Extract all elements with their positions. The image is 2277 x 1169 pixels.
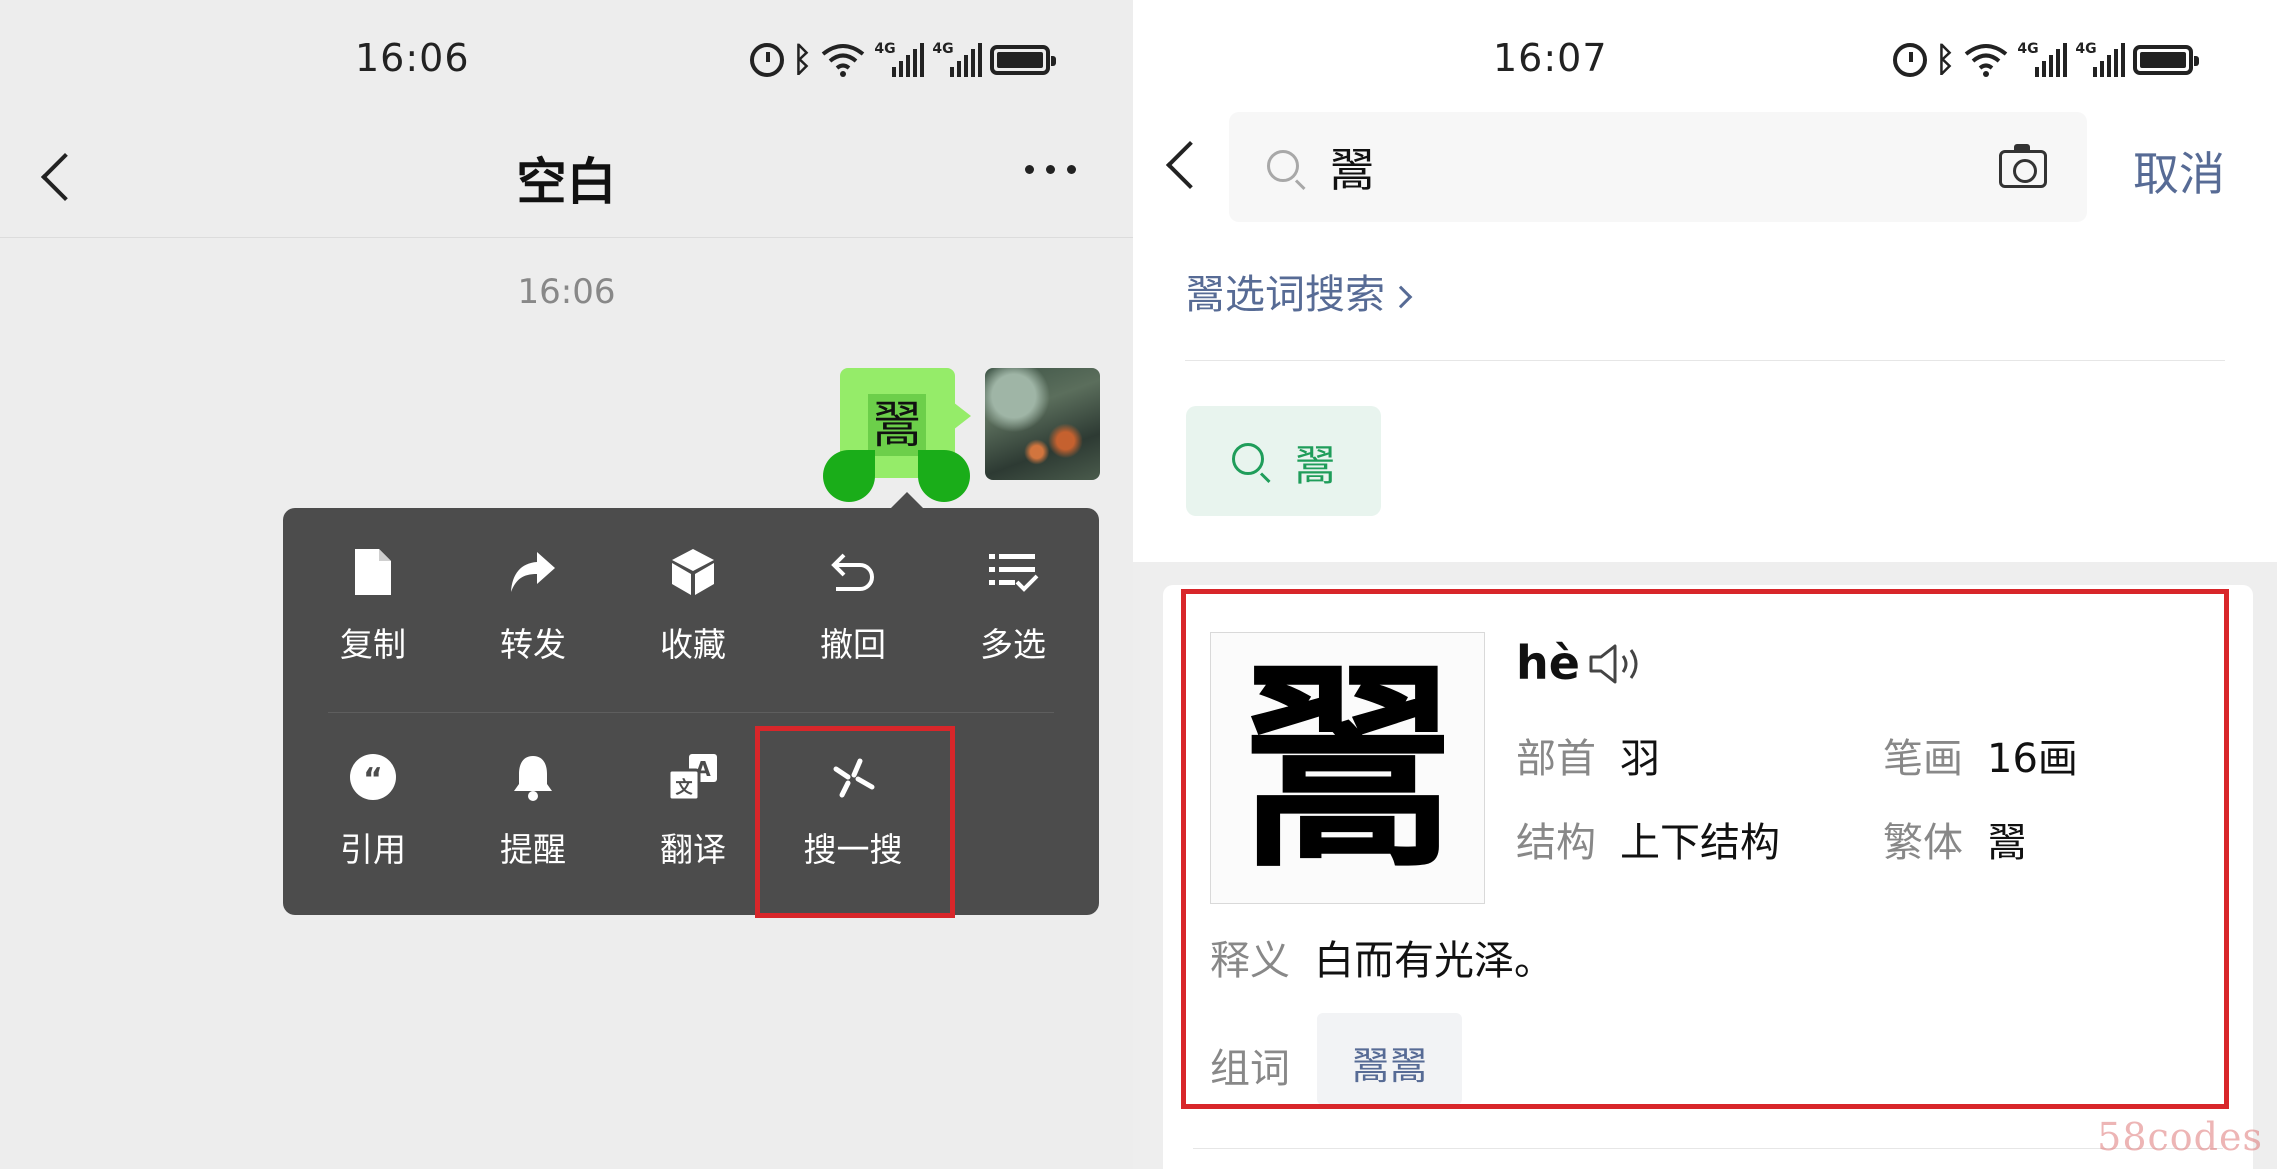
status-bar: 16:07 ᛒ 4G 4G xyxy=(1133,0,2277,120)
multi-select-icon xyxy=(987,546,1039,598)
menu-forward[interactable]: 转发 xyxy=(463,528,603,678)
status-time: 16:07 xyxy=(1493,36,1608,80)
chat-header: 空白 xyxy=(0,120,1133,238)
menu-quote[interactable]: “ 引用 xyxy=(303,733,443,883)
menu-label: 翻译 xyxy=(660,830,726,869)
context-menu: 复制 转发 收藏 撤回 多选 “ 引用 提醒 A 文 翻译 搜一搜 xyxy=(283,492,1099,915)
message-timestamp: 16:06 xyxy=(517,272,616,312)
menu-label: 复制 xyxy=(340,625,406,664)
search-icon xyxy=(1267,150,1299,182)
camera-icon[interactable] xyxy=(1999,144,2047,188)
cube-icon xyxy=(667,546,719,598)
wifi-icon xyxy=(1965,44,2008,77)
search-icon xyxy=(1232,443,1264,475)
highlight-box xyxy=(1181,589,2229,1109)
cellular-signal-icon-2: 4G xyxy=(932,41,983,77)
menu-divider xyxy=(328,712,1054,713)
cellular-signal-icon: 4G xyxy=(2017,41,2068,77)
menu-translate[interactable]: A文 翻译 xyxy=(623,733,763,883)
chat-title: 空白 xyxy=(516,153,617,211)
divider xyxy=(1185,360,2225,361)
translate-icon: A文 xyxy=(667,751,719,803)
menu-label: 撤回 xyxy=(820,625,886,664)
back-icon[interactable] xyxy=(1165,140,1215,190)
search-query[interactable]: 翯 xyxy=(1329,134,1375,200)
chevron-right-icon xyxy=(1389,285,1413,309)
menu-recall[interactable]: 撤回 xyxy=(783,528,923,678)
selection-handle-end[interactable] xyxy=(918,450,970,502)
wifi-icon xyxy=(822,44,865,77)
menu-copy[interactable]: 复制 xyxy=(303,528,443,678)
menu-remind[interactable]: 提醒 xyxy=(463,733,603,883)
word-search-link[interactable]: 翯选词搜索 xyxy=(1185,262,1413,320)
svg-text:文: 文 xyxy=(676,777,694,798)
menu-label: 提醒 xyxy=(500,830,566,869)
search-suggestion-chip[interactable]: 翯 xyxy=(1186,406,1381,516)
divider xyxy=(1193,1148,2223,1149)
chip-label: 翯 xyxy=(1294,441,1337,490)
alarm-icon xyxy=(1893,43,1927,77)
battery-icon xyxy=(2133,45,2200,75)
selection-handle-start[interactable] xyxy=(823,450,875,502)
menu-multiselect[interactable]: 多选 xyxy=(943,528,1083,678)
bluetooth-icon: ᛒ xyxy=(792,40,813,80)
document-icon xyxy=(347,546,399,598)
network-type-label-2: 4G xyxy=(2075,41,2097,57)
menu-label: 转发 xyxy=(500,625,566,664)
watermark: 58codes xyxy=(2097,1115,2263,1159)
cellular-signal-icon: 4G xyxy=(874,41,925,77)
share-arrow-icon xyxy=(507,546,559,598)
menu-label: 收藏 xyxy=(660,625,726,664)
bell-icon xyxy=(507,751,559,803)
cancel-button[interactable]: 取消 xyxy=(2133,138,2225,204)
chat-screen: 16:06 ᛒ 4G 4G 空白 16:06 翯 复制 转发 收藏 撤回 多选 … xyxy=(0,0,1133,1169)
undo-icon xyxy=(827,546,879,598)
network-type-label: 4G xyxy=(874,41,896,57)
menu-label: 多选 xyxy=(980,625,1046,664)
battery-icon xyxy=(990,45,1057,75)
status-icons: ᛒ 4G 4G xyxy=(1893,40,2200,80)
network-type-label: 4G xyxy=(2017,41,2039,57)
menu-label: 引用 xyxy=(340,830,406,869)
network-type-label-2: 4G xyxy=(932,41,954,57)
word-search-label: 翯选词搜索 xyxy=(1185,272,1385,318)
status-icons: ᛒ 4G 4G xyxy=(750,40,1057,80)
search-screen: 16:07 ᛒ 4G 4G 翯 取消 翯选词搜索 翯 翯 hè 部首 羽 笔画 … xyxy=(1133,0,2277,1169)
avatar[interactable] xyxy=(985,368,1100,480)
highlight-box xyxy=(755,726,955,918)
svg-text:“: “ xyxy=(363,762,383,797)
status-time: 16:06 xyxy=(355,36,470,80)
selected-text[interactable]: 翯 xyxy=(868,394,926,456)
status-bar: 16:06 ᛒ 4G 4G xyxy=(0,0,1133,120)
quote-icon: “ xyxy=(347,751,399,803)
menu-favorite[interactable]: 收藏 xyxy=(623,528,763,678)
bluetooth-icon: ᛒ xyxy=(1935,40,1956,80)
search-input[interactable]: 翯 xyxy=(1229,112,2087,222)
more-icon[interactable] xyxy=(1025,165,1076,174)
cellular-signal-icon-2: 4G xyxy=(2075,41,2126,77)
alarm-icon xyxy=(750,43,784,77)
